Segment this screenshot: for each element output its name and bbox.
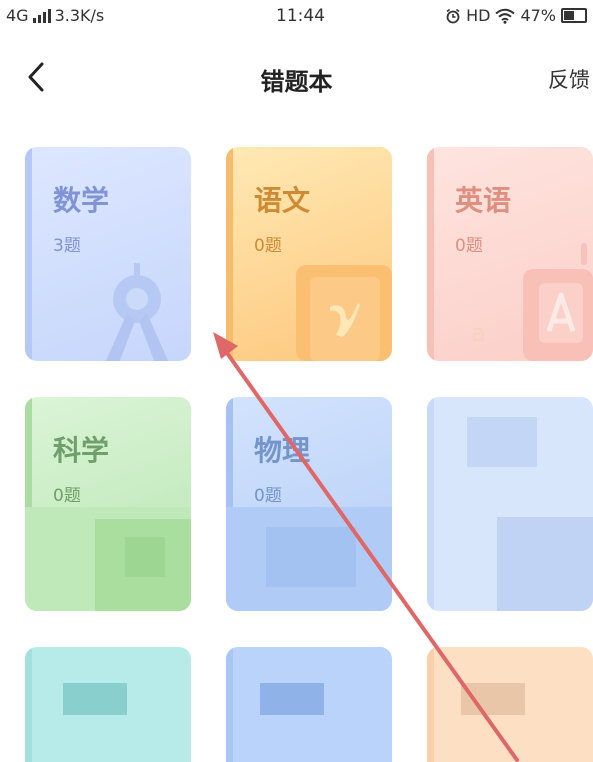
wifi-icon: [495, 8, 516, 24]
card-spine: [226, 147, 233, 361]
status-right: HD 47%: [445, 6, 587, 25]
card-spine: [25, 647, 32, 762]
compass-icon: [105, 263, 169, 361]
clock: 11:44: [276, 6, 325, 26]
subject-card-chinese[interactable]: 语文 0题: [226, 147, 392, 361]
subject-card-math[interactable]: 数学 3题: [25, 147, 191, 361]
subject-title: 数学: [53, 184, 110, 217]
card-spine: [427, 647, 434, 762]
signal-bars-icon: [32, 8, 51, 23]
network-speed: 3.3K/s: [54, 6, 105, 25]
pixelated-block: [266, 527, 356, 587]
subject-card-obscured[interactable]: [25, 647, 191, 762]
subject-card-obscured[interactable]: [427, 647, 593, 762]
battery-icon: [561, 8, 587, 23]
subject-title: 语文: [254, 184, 311, 217]
subject-card-obscured[interactable]: [226, 647, 392, 762]
svg-text:a: a: [471, 319, 486, 347]
pixelated-block: [461, 683, 525, 715]
battery-level: 47%: [520, 6, 556, 25]
alarm-clock-icon: [446, 8, 460, 23]
screen: 4G 3.3K/s 11:44 HD 47% 错题本 反馈 数学 3题 语文 0…: [0, 0, 593, 762]
pixelated-block: [63, 683, 127, 715]
card-spine: [427, 397, 434, 611]
letter-a-icon: a: [471, 243, 593, 361]
hd-indicator: HD: [466, 6, 491, 25]
question-count: 3题: [53, 236, 81, 256]
pixelated-block: [125, 537, 165, 577]
pixelated-block: [260, 683, 324, 715]
subject-card-physics[interactable]: 物理 0题: [226, 397, 392, 611]
card-spine: [25, 147, 32, 361]
status-bar: 4G 3.3K/s 11:44 HD 47%: [0, 0, 593, 34]
page-title: 错题本: [260, 68, 333, 96]
card-spine: [427, 147, 434, 361]
pixelated-block: [467, 417, 537, 467]
card-spine: [226, 647, 233, 762]
network-type: 4G: [6, 6, 29, 25]
subject-card-english[interactable]: 英语 0题 a: [427, 147, 593, 361]
question-count: 0题: [254, 486, 282, 506]
status-left: 4G 3.3K/s: [6, 6, 104, 25]
nav-bar: 错题本 反馈: [0, 44, 593, 110]
pixelated-block: [497, 517, 593, 611]
subject-card-science[interactable]: 科学 0题: [25, 397, 191, 611]
book-icon: [296, 237, 392, 361]
subject-title: 科学: [53, 434, 110, 467]
subject-title: 英语: [455, 184, 512, 217]
question-count: 0题: [53, 486, 81, 506]
question-count: 0题: [254, 236, 282, 256]
subject-title: 物理: [254, 434, 311, 467]
subject-card-obscured[interactable]: [427, 397, 593, 611]
feedback-button[interactable]: 反馈: [548, 64, 590, 94]
